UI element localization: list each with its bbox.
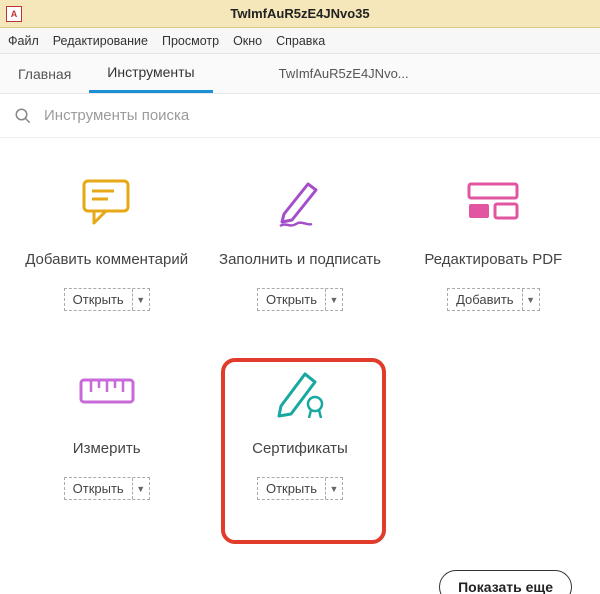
edit-pdf-icon [465, 170, 521, 234]
tool-measure-label: Измерить [73, 429, 141, 469]
tool-comment-button-label: Открыть [65, 289, 133, 310]
tool-fill-sign-button-label: Открыть [258, 289, 326, 310]
tool-comment[interactable]: Добавить комментарий Открыть ▼ [10, 170, 203, 311]
tool-edit-pdf-button-label: Добавить [448, 289, 522, 310]
tool-fill-sign-label: Заполнить и подписать [219, 240, 381, 280]
tool-comment-button[interactable]: Открыть ▼ [64, 288, 150, 311]
show-more-button[interactable]: Показать еще [439, 570, 572, 594]
tool-measure[interactable]: Измерить Открыть ▼ [10, 359, 203, 500]
tab-tools[interactable]: Инструменты [89, 54, 212, 93]
tool-certificates-button-label: Открыть [258, 478, 326, 499]
tool-fill-sign[interactable]: Заполнить и подписать Открыть ▼ [203, 170, 396, 311]
tool-certificates[interactable]: Сертификаты Открыть ▼ [203, 359, 396, 500]
tool-edit-pdf-button[interactable]: Добавить ▼ [447, 288, 539, 311]
tool-measure-button-label: Открыть [65, 478, 133, 499]
window-title: TwImfAuR5zE4JNvo35 [230, 6, 369, 21]
tool-comment-label: Добавить комментарий [25, 240, 188, 280]
menu-help[interactable]: Справка [276, 34, 325, 48]
tab-document[interactable]: TwImfAuR5zE4JNvo... [261, 54, 427, 93]
menu-window[interactable]: Окно [233, 34, 262, 48]
comment-icon [78, 170, 136, 234]
certificates-icon [271, 359, 329, 423]
tab-home[interactable]: Главная [0, 54, 89, 93]
tool-edit-pdf-label: Редактировать PDF [424, 240, 562, 280]
chevron-down-icon[interactable]: ▼ [133, 289, 149, 310]
tool-measure-button[interactable]: Открыть ▼ [64, 477, 150, 500]
chevron-down-icon[interactable]: ▼ [326, 289, 342, 310]
menu-view[interactable]: Просмотр [162, 34, 219, 48]
chevron-down-icon[interactable]: ▼ [133, 478, 149, 499]
chevron-down-icon[interactable]: ▼ [523, 289, 539, 310]
fill-sign-icon [272, 170, 328, 234]
tabbar: Главная Инструменты TwImfAuR5zE4JNvo... [0, 54, 600, 94]
measure-icon [77, 359, 137, 423]
menubar: Файл Редактирование Просмотр Окно Справк… [0, 28, 600, 54]
tool-certificates-button[interactable]: Открыть ▼ [257, 477, 343, 500]
pdf-app-icon: A [6, 6, 22, 22]
tool-fill-sign-button[interactable]: Открыть ▼ [257, 288, 343, 311]
search-bar [0, 94, 600, 138]
chevron-down-icon[interactable]: ▼ [326, 478, 342, 499]
tool-certificates-label: Сертификаты [252, 429, 348, 469]
menu-edit[interactable]: Редактирование [53, 34, 148, 48]
search-icon [14, 107, 32, 125]
tool-edit-pdf[interactable]: Редактировать PDF Добавить ▼ [397, 170, 590, 311]
menu-file[interactable]: Файл [8, 34, 39, 48]
search-input[interactable] [42, 106, 586, 125]
